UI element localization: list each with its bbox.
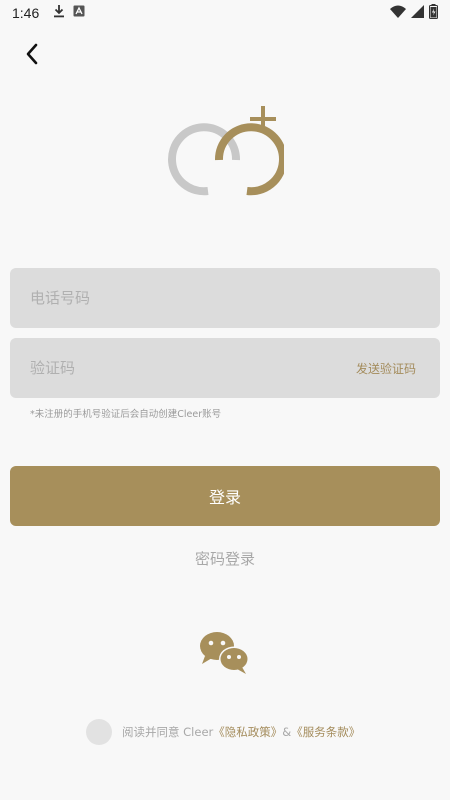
verification-code-input[interactable] [30,338,356,398]
agreement-separator: & [282,725,292,739]
cleer-logo [168,100,287,204]
chevron-left-icon [25,43,39,69]
status-notifications [53,4,85,22]
signal-icon [411,4,424,22]
privacy-policy-link[interactable]: 《隐私政策》 [213,725,282,739]
auto-register-hint: *未注册的手机号验证后会自动创建Cleer账号 [30,409,222,420]
status-bar: 1:46 [0,0,450,26]
app-notification-icon [73,5,85,21]
status-system-icons [390,3,438,23]
send-code-button[interactable]: 发送验证码 [356,360,420,377]
wifi-icon [390,5,406,22]
wechat-icon [197,632,253,680]
status-time: 1:46 [12,5,40,21]
agreement-text: 阅读并同意 Cleer《隐私政策》&《服务条款》 [122,724,360,740]
login-button[interactable]: 登录 [10,466,440,526]
phone-field[interactable] [10,268,440,328]
battery-icon [429,3,438,23]
phone-input[interactable] [30,268,420,328]
back-button[interactable] [18,42,46,70]
agree-checkbox[interactable] [86,719,112,745]
agreement-prefix: 阅读并同意 Cleer [122,725,214,739]
agreement-row: 阅读并同意 Cleer《隐私政策》&《服务条款》 [86,718,360,746]
terms-of-service-link[interactable]: 《服务条款》 [291,725,360,739]
download-icon [53,4,65,22]
wechat-login-button[interactable] [197,630,253,676]
password-login-link[interactable]: 密码登录 [0,548,450,569]
verification-code-field[interactable]: 发送验证码 [10,338,440,398]
